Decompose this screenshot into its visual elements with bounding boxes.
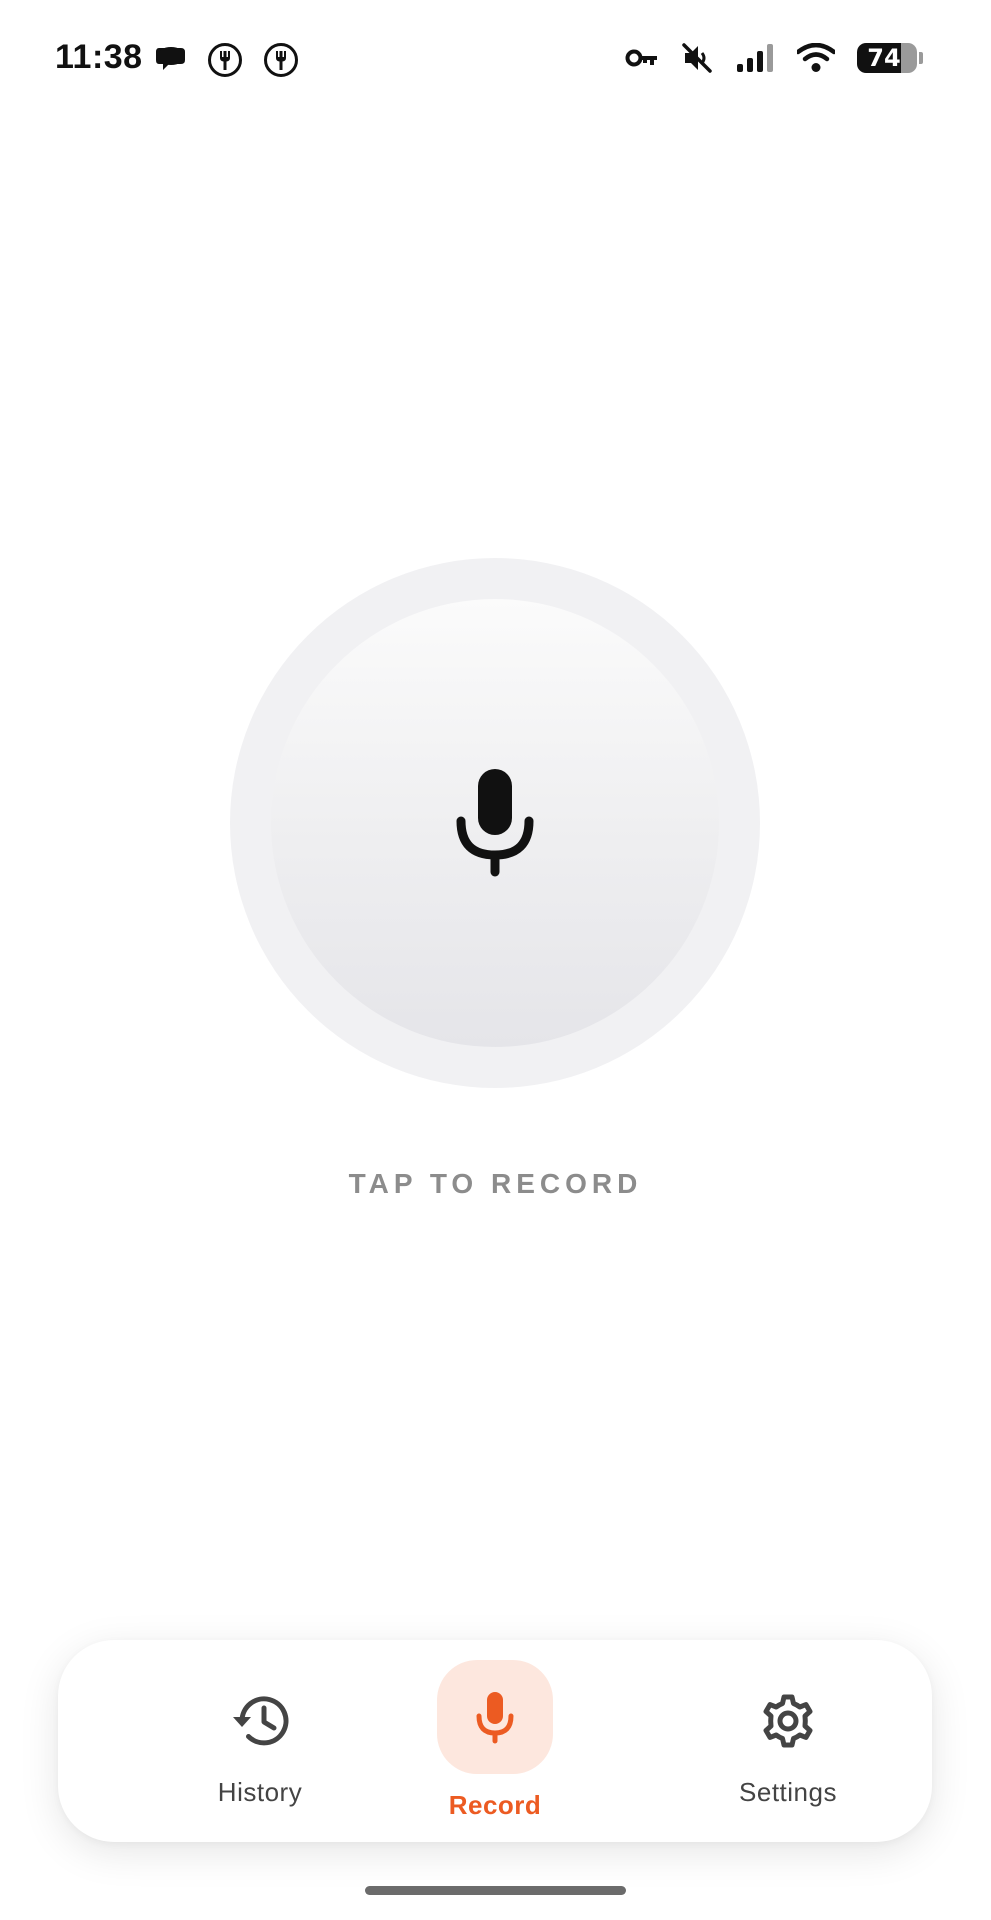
status-system-icons: 74 [625,42,923,74]
status-notification-icons [155,42,299,78]
status-time: 11:38 [55,38,143,76]
bottom-navigation: History Record Settings [58,1640,932,1842]
fork-circle-icon [207,42,243,78]
nav-label-record: Record [448,1790,542,1820]
nav-label-history: History [217,1777,303,1807]
fork-circle-icon [263,42,299,78]
nav-label-settings: Settings [739,1777,837,1807]
microphone-icon [456,769,534,877]
speech-bubble-icon [155,45,187,75]
home-indicator[interactable] [365,1886,626,1895]
battery-icon: 74 [857,43,923,73]
nav-item-settings[interactable]: Settings [678,1640,898,1842]
vpn-key-icon [625,46,659,70]
nav-item-history[interactable]: History [150,1640,370,1842]
tap-to-record-label: TAP TO RECORD [348,1168,643,1199]
battery-level: 74 [867,44,901,72]
nav-item-record[interactable]: Record [385,1640,605,1842]
wifi-icon [797,43,835,73]
record-button[interactable] [271,599,719,1047]
microphone-icon [437,1660,553,1774]
cellular-signal-icon [735,42,775,74]
gear-icon [757,1690,819,1752]
muted-speaker-icon [681,42,713,74]
status-bar: 11:38 74 [0,0,991,120]
history-icon [229,1690,291,1752]
record-button-ring [230,558,760,1088]
